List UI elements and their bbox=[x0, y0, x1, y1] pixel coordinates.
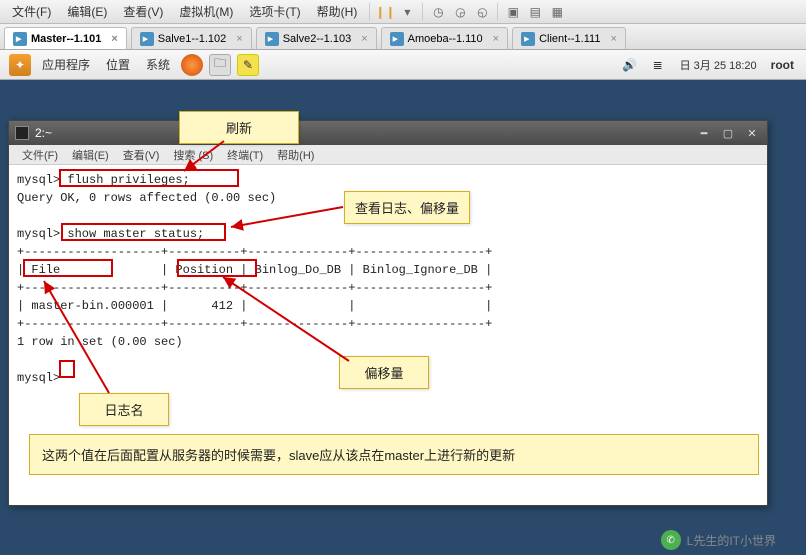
watermark: ✆ L先生的IT小世界 bbox=[661, 530, 776, 550]
watermark-text: L先生的IT小世界 bbox=[687, 532, 776, 549]
close-icon[interactable]: × bbox=[361, 33, 367, 45]
callout-offset: 偏移量 bbox=[339, 356, 429, 389]
menu-tabs[interactable]: 选项卡(T) bbox=[241, 3, 308, 20]
close-icon[interactable]: × bbox=[493, 33, 499, 45]
tmenu-view[interactable]: 查看(V) bbox=[116, 147, 167, 163]
terminal-window: 2:~ ━ ▢ ✕ 文件(F) 编辑(E) 查看(V) 搜索 (S) 终端(T)… bbox=[8, 120, 768, 506]
vm-icon bbox=[265, 32, 279, 46]
separator bbox=[369, 3, 370, 21]
menu-edit[interactable]: 编辑(E) bbox=[59, 3, 115, 20]
tab-salve2[interactable]: Salve2--1.103 × bbox=[256, 27, 377, 49]
tab-label: Master--1.101 bbox=[31, 33, 101, 45]
menu-vm[interactable]: 虚拟机(M) bbox=[171, 3, 241, 20]
fullscreen-icon[interactable]: ▣ bbox=[504, 3, 522, 21]
firefox-icon[interactable] bbox=[181, 54, 203, 76]
tmenu-edit[interactable]: 编辑(E) bbox=[65, 147, 116, 163]
tmenu-terminal[interactable]: 终端(T) bbox=[220, 147, 270, 163]
tab-label: Client--1.111 bbox=[539, 33, 600, 45]
terminal-titlebar[interactable]: 2:~ ━ ▢ ✕ bbox=[9, 121, 767, 145]
tab-bar: Master--1.101 × Salve1--1.102 × Salve2--… bbox=[0, 24, 806, 50]
close-icon[interactable]: × bbox=[236, 33, 242, 45]
close-icon[interactable]: ✕ bbox=[743, 126, 761, 140]
tmenu-search[interactable]: 搜索 (S) bbox=[166, 147, 220, 163]
network-icon[interactable]: ≣ bbox=[647, 54, 669, 76]
dropdown-icon[interactable]: ▾ bbox=[398, 3, 416, 21]
tab-client[interactable]: Client--1.111 × bbox=[512, 27, 626, 49]
terminal-title-text: 2:~ bbox=[35, 126, 52, 140]
close-icon[interactable]: × bbox=[111, 33, 117, 45]
tab-master[interactable]: Master--1.101 × bbox=[4, 27, 127, 49]
system-menu[interactable]: 系统 bbox=[138, 56, 178, 73]
tmenu-help[interactable]: 帮助(H) bbox=[270, 147, 321, 163]
snapshot3-icon[interactable]: ◵ bbox=[473, 3, 491, 21]
snapshot2-icon[interactable]: ◶ bbox=[451, 3, 469, 21]
callout-logname: 日志名 bbox=[79, 393, 169, 426]
settings-icon[interactable]: ▦ bbox=[548, 3, 566, 21]
minimize-icon[interactable]: ━ bbox=[695, 126, 713, 140]
clock[interactable]: 日 3月 25 18:20 bbox=[672, 57, 765, 73]
apps-menu[interactable]: 应用程序 bbox=[34, 56, 98, 73]
menu-file[interactable]: 文件(F) bbox=[4, 3, 59, 20]
vm-icon bbox=[390, 32, 404, 46]
separator bbox=[422, 3, 423, 21]
tab-label: Amoeba--1.110 bbox=[408, 33, 483, 45]
snapshot-icon[interactable]: ◷ bbox=[429, 3, 447, 21]
places-menu[interactable]: 位置 bbox=[98, 56, 138, 73]
volume-icon[interactable]: 🔊 bbox=[619, 54, 641, 76]
terminal-icon bbox=[15, 126, 29, 140]
close-icon[interactable]: × bbox=[610, 33, 616, 45]
tab-label: Salve2--1.103 bbox=[283, 33, 352, 45]
maximize-icon[interactable]: ▢ bbox=[719, 126, 737, 140]
menu-help[interactable]: 帮助(H) bbox=[309, 3, 366, 20]
callout-viewlog: 查看日志、偏移量 bbox=[344, 191, 470, 224]
pause-icon[interactable]: ❙❙ bbox=[376, 3, 394, 21]
footer-callout: 这两个值在后面配置从服务器的时候需要，slave应从该点在master上进行新的… bbox=[29, 434, 759, 475]
vm-icon bbox=[13, 32, 27, 46]
user-label[interactable]: root bbox=[765, 58, 800, 72]
terminal-menubar: 文件(F) 编辑(E) 查看(V) 搜索 (S) 终端(T) 帮助(H) bbox=[9, 145, 767, 165]
separator bbox=[497, 3, 498, 21]
wechat-icon: ✆ bbox=[661, 530, 681, 550]
tab-salve1[interactable]: Salve1--1.102 × bbox=[131, 27, 252, 49]
vm-icon bbox=[140, 32, 154, 46]
desktop: 2:~ ━ ▢ ✕ 文件(F) 编辑(E) 查看(V) 搜索 (S) 终端(T)… bbox=[0, 80, 806, 555]
vm-icon bbox=[521, 32, 535, 46]
launcher-icon[interactable]: ✦ bbox=[9, 54, 31, 76]
tmenu-file[interactable]: 文件(F) bbox=[15, 147, 65, 163]
menu-view[interactable]: 查看(V) bbox=[115, 3, 171, 20]
callout-refresh: 刷新 bbox=[179, 111, 299, 144]
tab-label: Salve1--1.102 bbox=[158, 33, 227, 45]
app-menubar: 文件(F) 编辑(E) 查看(V) 虚拟机(M) 选项卡(T) 帮助(H) ❙❙… bbox=[0, 0, 806, 24]
tab-amoeba[interactable]: Amoeba--1.110 × bbox=[381, 27, 508, 49]
editor-icon[interactable]: ✎ bbox=[237, 54, 259, 76]
file-manager-icon[interactable]: 🗀 bbox=[209, 54, 231, 76]
unity-icon[interactable]: ▤ bbox=[526, 3, 544, 21]
gnome-taskbar: ✦ 应用程序 位置 系统 🗀 ✎ 🔊 ≣ 日 3月 25 18:20 root bbox=[0, 50, 806, 80]
